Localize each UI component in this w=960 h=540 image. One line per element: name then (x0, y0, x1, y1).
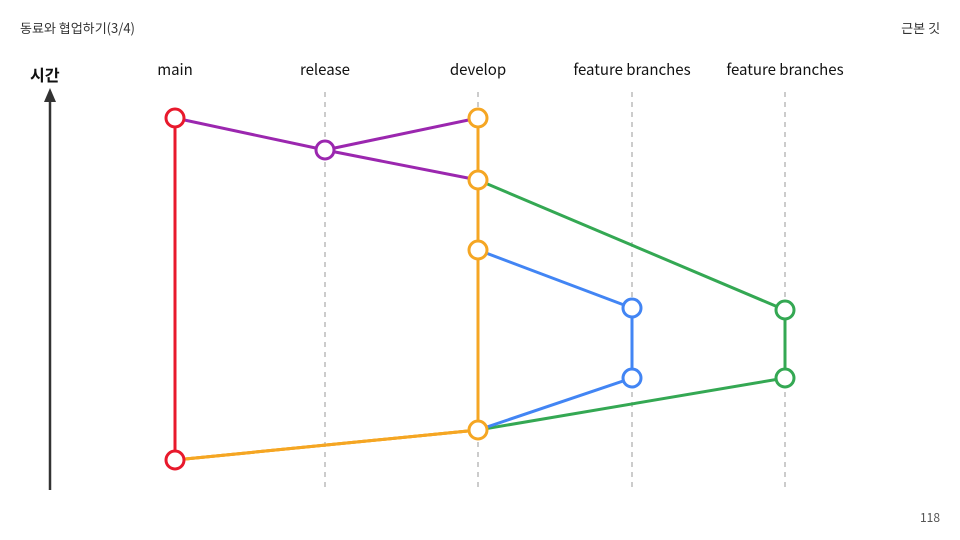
git-flow-diagram: main release develop feature branches fe… (0, 0, 960, 540)
svg-text:feature branches: feature branches (573, 59, 690, 80)
svg-text:feature branches: feature branches (726, 59, 843, 80)
svg-text:release: release (300, 59, 350, 80)
svg-text:main: main (157, 59, 193, 80)
svg-text:develop: develop (450, 59, 506, 80)
